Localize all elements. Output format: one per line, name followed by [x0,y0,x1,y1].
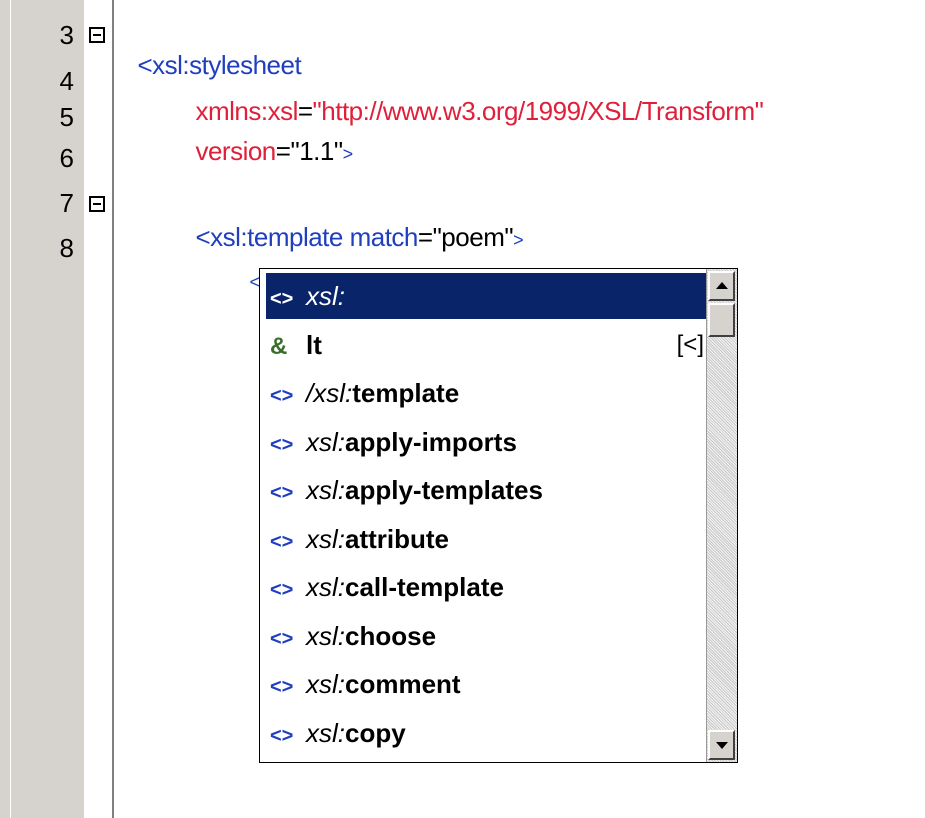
fold-strip [84,0,114,818]
xml-equals: = [417,222,433,252]
completion-name: comment [345,669,461,699]
element-icon: <> [270,676,294,698]
completion-item[interactable]: <> xsl:apply-imports [266,419,712,465]
arrow-down-icon [716,742,728,749]
scroll-down-button[interactable] [708,730,735,760]
line-number: 7 [59,188,74,218]
arrow-up-icon [716,282,728,289]
completion-prefix: xsl: [306,620,345,651]
completion-item[interactable]: <> xsl: [266,273,712,319]
completion-item[interactable]: <> xsl:apply-templates [266,467,712,513]
completion-name: apply-templates [345,475,543,505]
line-number: 6 [59,143,74,173]
collapse-fold-icon[interactable] [89,196,105,212]
line-number: 4 [59,66,74,96]
entity-icon: & [270,332,288,360]
xml-close-bracket: > [513,230,524,250]
element-icon: <> [270,627,294,650]
xml-tag: <xsl:template [195,222,343,252]
xml-attribute-value: "poem" [432,222,514,252]
element-icon: <> [270,482,294,504]
xml-close-bracket: > [342,144,354,164]
code-line-5[interactable]: version="1.1"> [182,106,353,169]
xml-attribute: version [195,136,276,166]
completion-prefix: xsl: [306,281,345,311]
scroll-thumb[interactable] [708,303,735,337]
completion-name: lt [306,329,322,360]
xml-attribute-value: "http://www.w3.org/1999/XSL/Transform" [312,96,764,126]
completion-hint: [<] [676,330,704,358]
completion-item[interactable]: <> xsl:choose [266,613,712,659]
code-line-7[interactable]: <xsl:template match="poem"> [182,192,523,255]
element-icon: <> [270,288,294,310]
element-icon: <> [270,433,294,456]
completion-prefix: xsl: [306,717,345,748]
element-icon: <> [270,530,294,553]
line-number: 3 [59,20,74,50]
completion-item[interactable]: <> xsl:call-template [266,564,712,610]
xml-attribute: match [342,222,419,252]
completion-prefix: xsl: [306,523,345,554]
gutter-edge [10,0,11,818]
element-icon: <> [270,579,294,601]
code-completion-popup[interactable]: <> xsl: & lt [<] <>/xsl:template <> xsl:apply-i… [259,268,738,763]
completion-prefix: /xsl: [306,378,353,408]
completion-name: choose [345,620,437,651]
completion-item[interactable]: <> xsl:comment [266,661,712,707]
xml-open-bracket: < [249,272,260,292]
completion-item[interactable]: <> xsl:copy [266,710,712,756]
completion-name: attribute [345,523,449,554]
xml-equals: = [275,136,291,166]
element-icon: <> [270,385,294,407]
completion-name: apply-imports [345,426,517,457]
xml-attribute-value: "1.1" [290,136,343,166]
code-line-8[interactable]: < [236,234,260,297]
completion-item[interactable]: <> /xsl:template [266,370,712,416]
completion-prefix: xsl: [306,426,345,457]
line-number: 8 [59,233,74,263]
completion-item[interactable]: <> xsl:attribute [266,516,712,562]
completion-name: copy [345,717,406,748]
completion-name: call-template [345,572,504,602]
completion-prefix: xsl: [306,475,345,505]
completion-prefix: xsl: [306,669,345,699]
completion-item[interactable]: & lt [<] [266,322,712,368]
completion-name: template [352,378,460,408]
completion-prefix: xsl: [306,572,345,602]
collapse-fold-icon[interactable] [89,27,105,43]
scroll-up-button[interactable] [708,271,735,301]
completion-scrollbar[interactable] [706,269,737,762]
element-icon: <> [270,724,294,747]
line-number: 5 [59,102,74,132]
